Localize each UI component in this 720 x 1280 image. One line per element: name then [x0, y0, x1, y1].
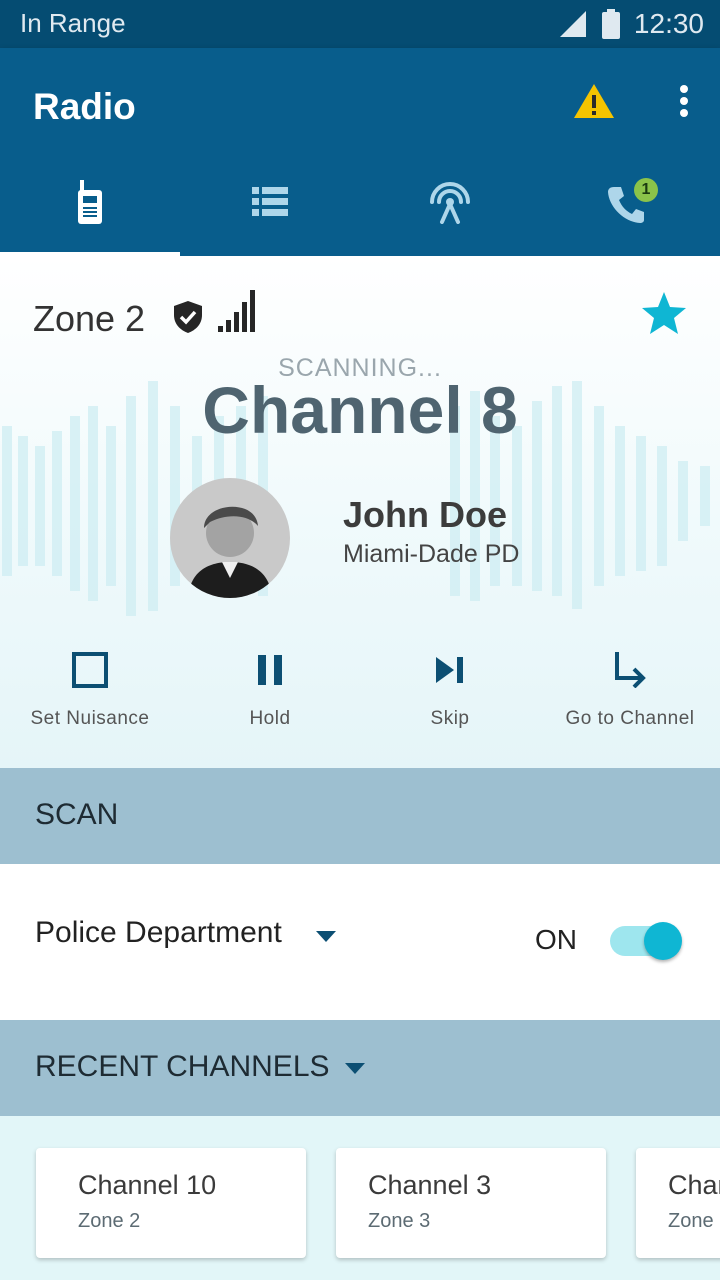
set-nuisance-button[interactable]: Set Nuisance [0, 646, 180, 736]
tab-radio[interactable] [0, 148, 180, 256]
tab-antenna[interactable] [360, 148, 540, 256]
app-title: Radio [33, 86, 136, 127]
scan-toggle-label: ON [535, 924, 577, 955]
recent-channel-name: Channel 3 [368, 1170, 492, 1200]
recent-channel-card[interactable]: Channel Zone [636, 1148, 720, 1258]
recent-channel-card[interactable]: Channel 10 Zone 2 [36, 1148, 306, 1258]
pause-icon [258, 655, 282, 685]
battery-icon [601, 9, 620, 39]
status-bar: In Range 12:30 [0, 0, 720, 48]
warning-icon[interactable] [572, 82, 616, 122]
more-options-icon[interactable] [672, 82, 696, 122]
avatar [170, 478, 290, 598]
scan-list-row: Police Department ON [0, 864, 720, 1020]
cell-signal-icon [559, 11, 586, 37]
dropdown-arrow-icon[interactable] [316, 931, 336, 943]
recent-channel-zone: Zone 3 [368, 1210, 431, 1232]
current-channel: Channel 8 [202, 373, 518, 447]
hold-button[interactable]: Hold [180, 646, 360, 736]
tab-bar: 1 [0, 148, 720, 256]
caller-organization: Miami-Dade PD [343, 540, 520, 568]
call-badge: 1 [634, 178, 658, 202]
recent-channels-list: Channel 10 Zone 2 Channel 3 Zone 3 Chann… [0, 1116, 720, 1280]
tab-list[interactable] [180, 148, 360, 256]
recent-channel-zone: Zone 2 [78, 1210, 141, 1232]
hold-label: Hold [249, 708, 291, 729]
set-nuisance-label: Set Nuisance [30, 708, 150, 729]
status-text: In Range [20, 8, 126, 38]
badge-count: 1 [641, 181, 651, 198]
shield-check-icon [174, 301, 202, 333]
scan-toggle[interactable] [610, 922, 682, 960]
clock: 12:30 [633, 8, 704, 39]
skip-button[interactable]: Skip [360, 646, 540, 736]
caller-name: John Doe [343, 494, 508, 535]
go-to-channel-label: Go to Channel [565, 708, 695, 729]
recent-channels-header[interactable]: RECENT CHANNELS [0, 1020, 720, 1116]
skip-label: Skip [430, 708, 470, 729]
recent-channel-name: Channel [668, 1170, 720, 1200]
app-bar: Radio 1 [0, 48, 720, 256]
go-to-arrow-icon [615, 652, 646, 688]
recent-channel-zone: Zone [668, 1210, 714, 1232]
recent-channels-title: RECENT CHANNELS [35, 1050, 330, 1083]
recent-channel-name: Channel 10 [78, 1170, 217, 1200]
scan-list-dropdown[interactable]: Police Department [35, 916, 282, 950]
antenna-icon [430, 182, 470, 224]
checkbox-icon [72, 652, 108, 688]
zone-label: Zone 2 [33, 298, 146, 339]
list-icon [252, 187, 288, 216]
favorite-star-icon[interactable] [640, 290, 688, 336]
go-to-channel-button[interactable]: Go to Channel [540, 646, 720, 736]
radio-icon [78, 180, 102, 224]
scan-section-header: SCAN [0, 768, 720, 864]
tab-calls[interactable]: 1 [540, 148, 720, 256]
scan-section-title: SCAN [35, 798, 119, 831]
recent-channel-card[interactable]: Channel 3 Zone 3 [336, 1148, 606, 1258]
toggle-knob [644, 922, 682, 960]
signal-strength-icon [218, 290, 255, 332]
current-channel-panel: Zone 2 SCANNING... Channel 8 John Doe Mi… [0, 256, 720, 768]
dropdown-arrow-icon [345, 1063, 365, 1074]
skip-icon [436, 657, 463, 683]
